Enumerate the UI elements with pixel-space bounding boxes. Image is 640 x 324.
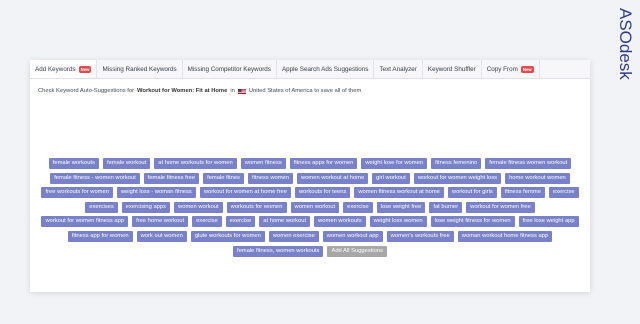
keyword-suggestion-chip[interactable]: fitness femme [500,187,545,199]
tab-missing-ranked-keywords[interactable]: Missing Ranked Keywords [97,60,183,78]
suggestions-info: Check Keyword Auto-Suggestions for Worko… [38,88,590,94]
keyword-suggestion-chip[interactable]: women exercise [268,230,319,242]
keyword-suggestion-chip[interactable]: female fitness free [143,172,200,184]
info-in: in [230,88,235,94]
keyword-suggestion-chip[interactable]: exercise [225,216,256,228]
keyword-suggestion-chip[interactable]: exercise [548,187,579,199]
keyword-suggestion-chip[interactable]: female workout [102,158,151,169]
add-all-suggestions-button[interactable]: Add All Suggestions [327,245,388,257]
keyword-suggestion-chip[interactable]: weight lose for women [361,158,428,169]
keyword-suggestion-chip[interactable]: female fitnes [203,172,244,184]
keyword-suggestion-chip[interactable]: lose weight free [376,201,426,213]
keyword-suggestion-chip[interactable]: free lose weight app [518,216,579,228]
tab-missing-competitor-keywords[interactable]: Missing Competitor Keywords [183,60,277,78]
keyword-suggestion-chip[interactable]: at home workouts for women [154,158,237,169]
us-flag-icon [237,88,246,94]
tab-copy-from[interactable]: Copy From New [482,60,540,78]
keywords-panel: Add Keywords New Missing Ranked Keywords… [30,60,590,292]
keyword-suggestion-chip[interactable]: at home workout [259,216,311,228]
keyword-suggestion-chip[interactable]: women workout app [322,230,383,242]
keyword-suggestion-chip[interactable]: workouts for women [226,201,287,213]
keyword-suggestion-chip[interactable]: glute workouts for women [190,230,265,242]
keyword-suggestion-chip[interactable]: weight loss - woman fitness [116,187,196,199]
keyword-suggestion-chip[interactable]: exercises [85,201,118,213]
keyword-suggestion-chip[interactable]: workout for women free [466,201,535,213]
tab-label: Copy From [486,65,518,73]
tab-label: Apple Search Ads Suggestions [281,65,369,73]
country-text: United States of America to save all of … [248,88,362,94]
keyword-suggestion-chip[interactable]: women workout [290,201,340,213]
keyword-suggestion-chip[interactable]: women workout [174,201,223,213]
keyword-suggestion-chip[interactable]: workouts for teens [294,187,351,199]
keyword-suggestion-chip[interactable]: fitness femenino [431,158,482,169]
app-name: Workout for Women: Fit at Home [137,88,228,94]
keyword-suggestion-chip[interactable]: workout for women weight loss [413,172,502,184]
keyword-suggestion-chip[interactable]: workout for girls [447,187,497,199]
keyword-suggestion-chip[interactable]: workout for women at home free [199,187,291,199]
asodesk-logo: ASOdesk [612,0,640,112]
keyword-suggestion-chip[interactable]: exercise [343,201,373,213]
keyword-suggestion-chip[interactable]: female fitness, women workouts [232,245,324,257]
tab-label: Keyword Shuffler [427,65,476,73]
logo-text: ASOdesk [616,8,635,80]
keyword-suggestion-chip[interactable]: free workouts for women [41,187,113,199]
tab-add-keywords[interactable]: Add Keywords New [30,60,98,78]
new-badge: New [78,65,92,73]
keyword-suggestion-chip[interactable]: female fitness - women workout [50,172,140,184]
keyword-suggestion-chip[interactable]: fitness app for women [67,230,133,242]
tab-label: Missing Ranked Keywords [102,65,177,73]
keyword-suggestion-chip[interactable]: women workout at home [297,172,369,184]
keyword-suggestion-chip[interactable]: weight loss women [369,216,427,228]
info-prefix: Check Keyword Auto-Suggestions for [38,88,135,94]
tab-label: Text Analyzer [379,65,417,73]
keyword-suggestion-chip[interactable]: women's workouts free [386,230,454,242]
suggestion-chips: female workouts female workout at home wor… [40,158,580,257]
new-badge: New [520,65,534,73]
tab-bar: Add Keywords New Missing Ranked Keywords… [30,60,590,79]
keyword-suggestion-chip[interactable]: women fitness workout at home [354,187,444,199]
keyword-suggestion-chip[interactable]: work out women [136,230,187,242]
tab-apple-search-ads[interactable]: Apple Search Ads Suggestions [277,60,375,78]
tab-text-analyzer[interactable]: Text Analyzer [374,60,423,78]
keyword-suggestion-chip[interactable]: girl workout [372,172,410,184]
keyword-suggestion-chip[interactable]: women fitness [240,158,286,169]
keyword-suggestion-chip[interactable]: home workout women [505,172,570,184]
keyword-suggestion-chip[interactable]: exercising apps [121,201,171,213]
keyword-suggestion-chip[interactable]: women workouts [314,216,366,228]
keyword-suggestion-chip[interactable]: fitness apps for women [289,158,358,169]
keyword-suggestion-chip[interactable]: exercise [192,216,222,228]
keyword-suggestion-chip[interactable]: female fitness women workout [485,158,572,169]
keyword-suggestion-chip[interactable]: fitness women [247,172,294,184]
keyword-suggestion-chip[interactable]: woman workout home fitness app [457,230,553,242]
keyword-suggestion-chip[interactable]: female workouts [48,158,99,169]
keyword-suggestion-chip[interactable]: workout for women fitness app [41,216,129,228]
tab-keyword-shuffler[interactable]: Keyword Shuffler [423,60,482,78]
keyword-suggestion-chip[interactable]: lose weight fitness for women [430,216,515,228]
keyword-suggestion-chip[interactable]: fat burner [429,201,463,213]
tab-label: Add Keywords [35,65,76,73]
tab-label: Missing Competitor Keywords [187,65,271,73]
keyword-suggestion-chip[interactable]: free home workout [132,216,189,228]
